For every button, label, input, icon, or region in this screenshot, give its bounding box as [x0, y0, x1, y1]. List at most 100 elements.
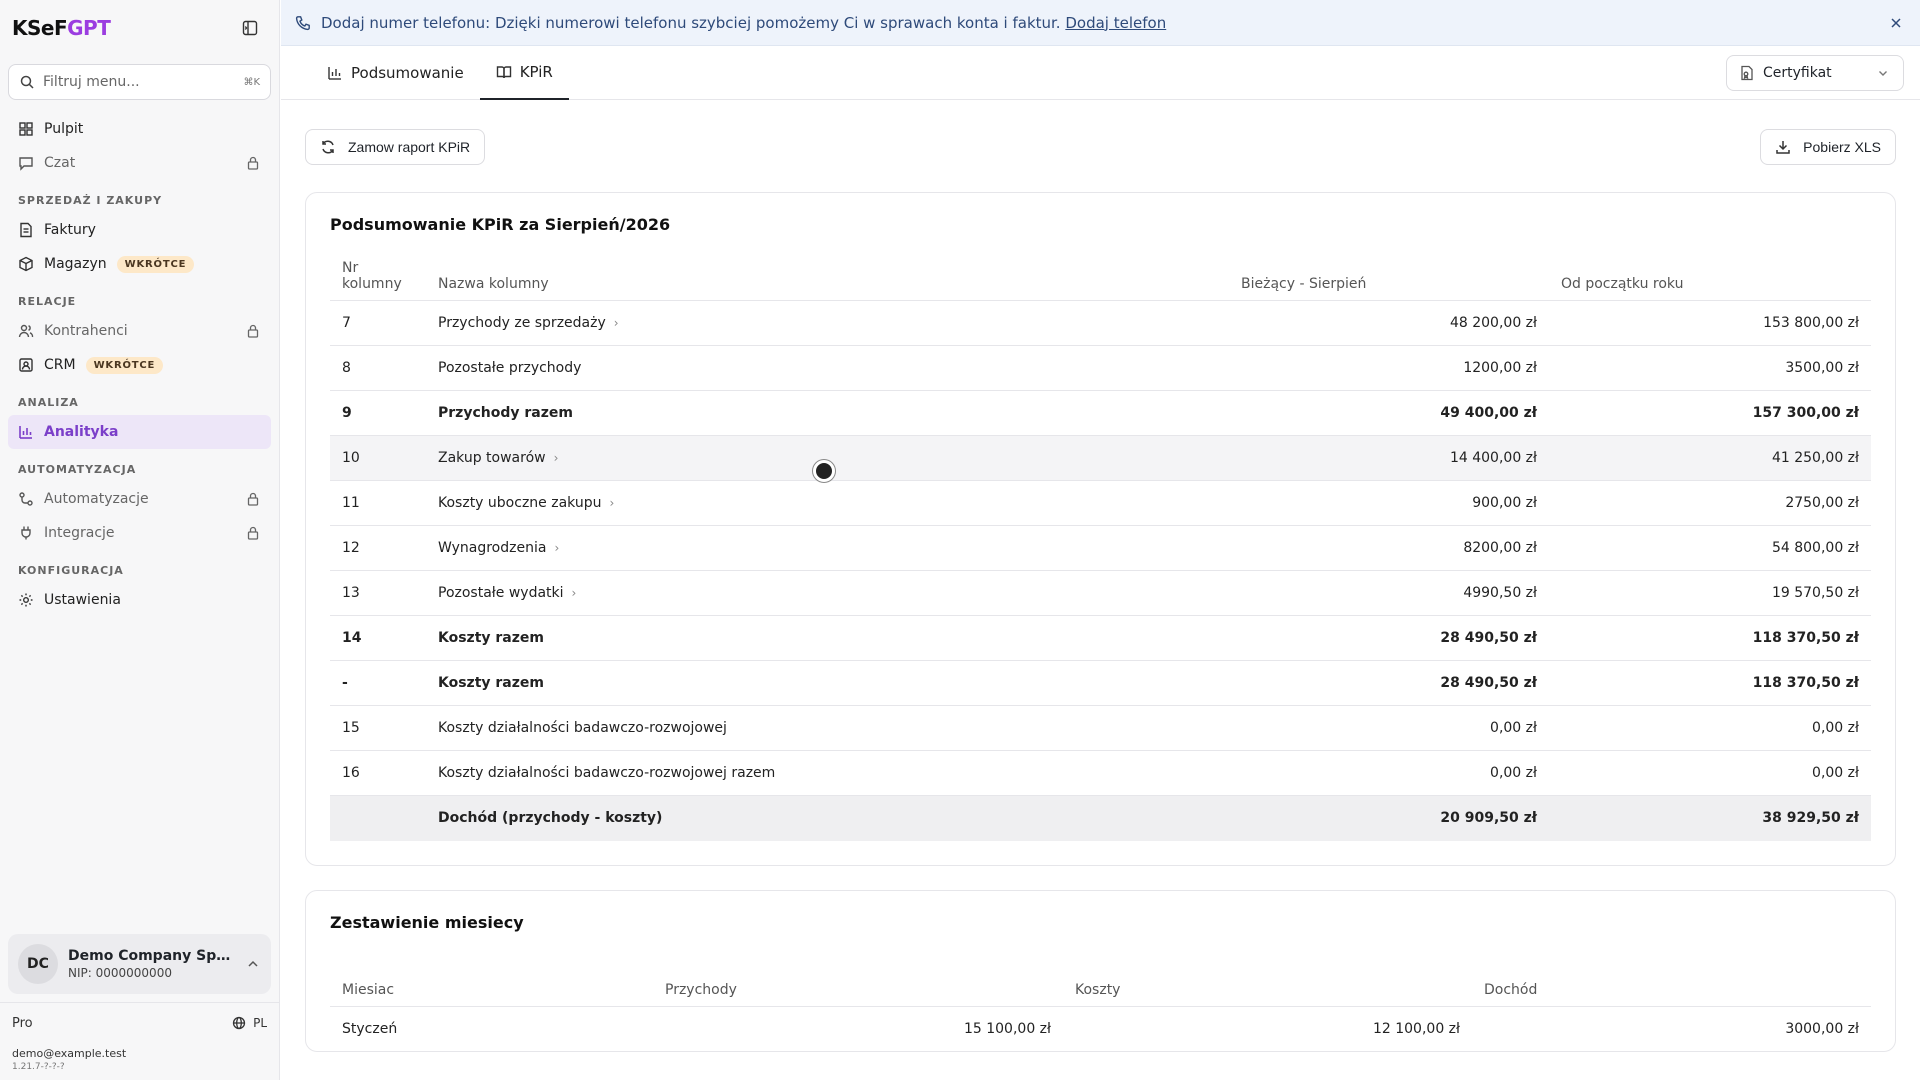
tab-podsumowanie[interactable]: Podsumowanie	[311, 46, 480, 100]
row-name-text: Pozostałe przychody	[438, 360, 582, 376]
row-name: Pozostałe przychody	[426, 345, 1229, 391]
certificate-select[interactable]: Certyfikat	[1726, 55, 1904, 91]
row-current-value: 20 909,50 zł	[1229, 795, 1549, 841]
avatar: DC	[18, 944, 58, 984]
banner-text: Dodaj numer telefonu: Dzięki numerowi te…	[321, 14, 1878, 32]
banner-message: Dodaj numer telefonu: Dzięki numerowi te…	[321, 13, 1061, 32]
sidebar-section-title: AUTOMATYZACJA	[18, 463, 137, 476]
table-row[interactable]: 7 Przychody ze sprzedaży › 48 200,00 zł 153 …	[330, 300, 1871, 346]
months-table: Miesiac Przychody Koszty Dochód Styczeń 1…	[330, 974, 1871, 1051]
row-name: Koszty działalności badawczo-rozwojowej	[426, 705, 1229, 751]
table-row: Styczeń 15 100,00 zł 12 100,00 zł 3000,00 z…	[330, 1005, 1871, 1051]
sidebar-item-kontrahenci[interactable]: Kontrahenci	[8, 314, 271, 348]
column-header-ytd: Od początku roku	[1561, 276, 1684, 292]
row-number	[330, 795, 426, 841]
app-logo[interactable]: KSeFGPT	[12, 16, 111, 40]
row-name-text: Przychody razem	[438, 405, 573, 421]
row-current-value: 48 200,00 zł	[1229, 300, 1549, 346]
row-current-value: 49 400,00 zł	[1229, 390, 1549, 436]
tab-label: Podsumowanie	[351, 63, 464, 82]
table-row: 16 Koszty działalności badawczo-rozwojowe…	[330, 750, 1871, 796]
table-row[interactable]: 11 Koszty uboczne zakupu › 900,00 zł 2750,00…	[330, 480, 1871, 526]
close-icon[interactable]	[1888, 15, 1904, 31]
sidebar-section-title: SPRZEDAŻ I ZAKUPY	[18, 194, 163, 207]
sidebar-item-crm[interactable]: CRM WKRÓTCE	[8, 348, 271, 382]
menu-search[interactable]: ⌘K	[8, 64, 271, 100]
certificate-select-label: Certyfikat	[1763, 65, 1832, 81]
coming-soon-badge: WKRÓTCE	[85, 356, 164, 374]
sidebar-nav: Pulpit Czat SPRZEDAŻ I ZAKUPY Faktury Ma…	[0, 112, 279, 926]
chevron-right-icon[interactable]: ›	[554, 451, 559, 465]
sidebar-toggle-icon[interactable]	[241, 19, 259, 37]
chevron-right-icon[interactable]: ›	[572, 586, 577, 600]
download-xls-button[interactable]: Pobierz XLS	[1760, 129, 1896, 165]
company-info: Demo Company Sp. ... NIP: 0000000000	[68, 948, 235, 980]
certificate-icon	[1739, 65, 1755, 81]
row-name: Dochód (przychody - koszty)	[426, 795, 1229, 841]
sidebar-item-label: Automatyzacje	[44, 491, 149, 507]
download-icon	[1775, 139, 1791, 155]
row-name: Przychody razem	[426, 390, 1229, 436]
chevron-right-icon[interactable]: ›	[554, 541, 559, 555]
sidebar: KSeFGPT ⌘K Pulpit Czat SPRZEDAŻ I ZAKUPY…	[0, 0, 280, 1080]
user-email: demo@example.test	[12, 1047, 127, 1060]
gear-icon	[18, 592, 34, 608]
sidebar-footer: Pro PL demo@example.test 1.21.7-?-?-?	[0, 1002, 279, 1080]
months-title: Zestawienie miesiecy	[330, 912, 524, 932]
sidebar-item-pulpit[interactable]: Pulpit	[8, 112, 271, 146]
search-shortcut: ⌘K	[243, 76, 260, 88]
column-header-costs: Koszty	[1075, 981, 1121, 998]
company-switcher[interactable]: DC Demo Company Sp. ... NIP: 0000000000	[8, 934, 271, 994]
sidebar-item-czat[interactable]: Czat	[8, 146, 271, 180]
row-current-value: 0,00 zł	[1229, 705, 1549, 751]
plan-label: Pro	[12, 1015, 33, 1031]
row-number: 10	[330, 435, 426, 481]
sidebar-item-automatyzacje[interactable]: Automatyzacje	[8, 482, 271, 516]
language-switcher[interactable]: PL	[231, 1015, 267, 1031]
workflow-icon	[18, 491, 34, 507]
kpir-summary-table: Nr kolumny Nazwa kolumny Bieżący - Sierpi…	[330, 252, 1871, 841]
row-ytd-value: 0,00 zł	[1549, 750, 1871, 796]
chevron-right-icon[interactable]: ›	[614, 316, 619, 330]
coming-soon-badge: WKRÓTCE	[116, 255, 195, 273]
table-row[interactable]: 13 Pozostałe wydatki › 4990,50 zł 19 570,50 …	[330, 570, 1871, 616]
sidebar-section-title: ANALIZA	[18, 396, 79, 409]
table-row[interactable]: 10 Zakup towarów › 14 400,00 zł 41 250,00 zł	[330, 435, 1871, 481]
add-phone-link[interactable]: Dodaj telefon	[1065, 14, 1166, 32]
tab-kpir[interactable]: KPiR	[479, 46, 569, 100]
menu-search-input[interactable]	[43, 74, 236, 90]
sidebar-item-label: Kontrahenci	[44, 323, 128, 339]
sidebar-item-magazyn[interactable]: Magazyn WKRÓTCE	[8, 247, 271, 281]
row-ytd-value: 0,00 zł	[1549, 705, 1871, 751]
row-number: 7	[330, 300, 426, 346]
app-version: 1.21.7-?-?-?	[12, 1062, 65, 1072]
sidebar-item-label: Czat	[44, 155, 76, 171]
order-report-label: Zamow raport KPiR	[348, 139, 471, 155]
row-ytd-value: 3500,00 zł	[1549, 345, 1871, 391]
row-ytd-value: 2750,00 zł	[1549, 480, 1871, 526]
company-name: Demo Company Sp. ...	[68, 948, 235, 964]
row-name-text: Przychody ze sprzedaży	[438, 315, 606, 331]
kpir-summary-card: Podsumowanie KPiR za Sierpień/2026 Nr kol…	[305, 192, 1896, 866]
sidebar-item-integracje[interactable]: Integracje	[8, 516, 271, 550]
row-current-value: 900,00 zł	[1229, 480, 1549, 526]
refresh-icon	[320, 139, 336, 155]
row-current-value: 28 490,50 zł	[1229, 615, 1549, 661]
main-content: Dodaj numer telefonu: Dzięki numerowi te…	[281, 0, 1920, 1080]
row-name-text: Koszty razem	[438, 630, 544, 646]
months-table-body: Styczeń 15 100,00 zł 12 100,00 zł 3000,00 z…	[330, 1005, 1871, 1051]
lock-icon	[245, 491, 261, 507]
summary-table-body: 7 Przychody ze sprzedaży › 48 200,00 zł 153 …	[330, 300, 1871, 841]
order-report-button[interactable]: Zamow raport KPiR	[305, 129, 486, 165]
chevron-right-icon[interactable]: ›	[609, 496, 614, 510]
sidebar-item-ustawienia[interactable]: Ustawienia	[8, 583, 271, 617]
sidebar-item-faktury[interactable]: Faktury	[8, 213, 271, 247]
table-row[interactable]: 12 Wynagrodzenia › 8200,00 zł 54 800,00 zł	[330, 525, 1871, 571]
table-row: - Koszty razem 28 490,50 zł 118 370,50 zł	[330, 660, 1871, 706]
month-profit: 3000,00 zł	[1472, 1005, 1871, 1051]
sidebar-item-analityka[interactable]: Analityka	[8, 415, 271, 449]
sidebar-section-title: RELACJE	[18, 295, 77, 308]
chevron-down-icon	[1875, 65, 1891, 81]
language-label: PL	[253, 1016, 267, 1030]
column-header-profit: Dochód	[1484, 981, 1538, 998]
